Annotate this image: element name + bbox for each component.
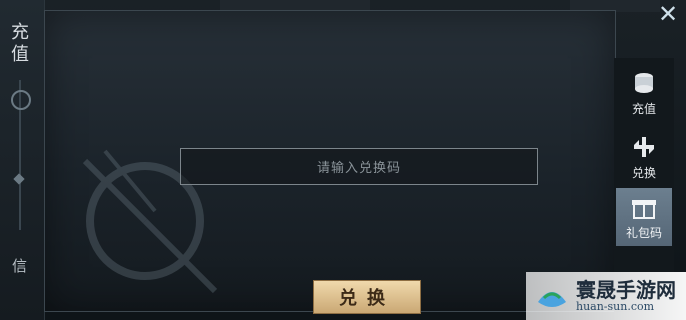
tab-exchange-label: 兑换 xyxy=(631,165,656,180)
left-sidebar-title: 充值 xyxy=(11,22,29,65)
left-sidebar-knob[interactable] xyxy=(6,85,36,115)
gift-box-icon xyxy=(632,199,656,219)
tab-gift-code-label: 礼包码 xyxy=(625,225,662,240)
tab-recharge[interactable]: 充值 xyxy=(616,64,672,122)
left-sidebar: 充值 信 xyxy=(0,0,45,320)
exchange-icon xyxy=(634,136,654,157)
redeem-button[interactable]: 兑换 xyxy=(313,280,421,314)
left-sidebar-dot xyxy=(13,173,25,185)
watermark-text: 寰晟手游网 huan-sun.com xyxy=(576,279,676,313)
tab-recharge-label: 充值 xyxy=(631,101,656,116)
left-sidebar-bottom-label[interactable]: 信 xyxy=(12,255,27,276)
watermark-title: 寰晟手游网 xyxy=(576,278,676,302)
close-icon[interactable]: ✕ xyxy=(656,2,680,26)
watermark: 寰晟手游网 huan-sun.com xyxy=(526,272,686,320)
watermark-subtitle: huan-sun.com xyxy=(576,300,655,313)
tab-exchange[interactable]: 兑换 xyxy=(616,128,672,186)
redeem-panel: 请输入兑换码 兑换 xyxy=(44,10,616,314)
redeem-code-input[interactable]: 请输入兑换码 xyxy=(180,148,538,185)
tab-gift-code[interactable]: 礼包码 xyxy=(616,188,672,246)
coins-stack-icon xyxy=(635,72,653,93)
watermark-logo-icon xyxy=(538,292,566,307)
